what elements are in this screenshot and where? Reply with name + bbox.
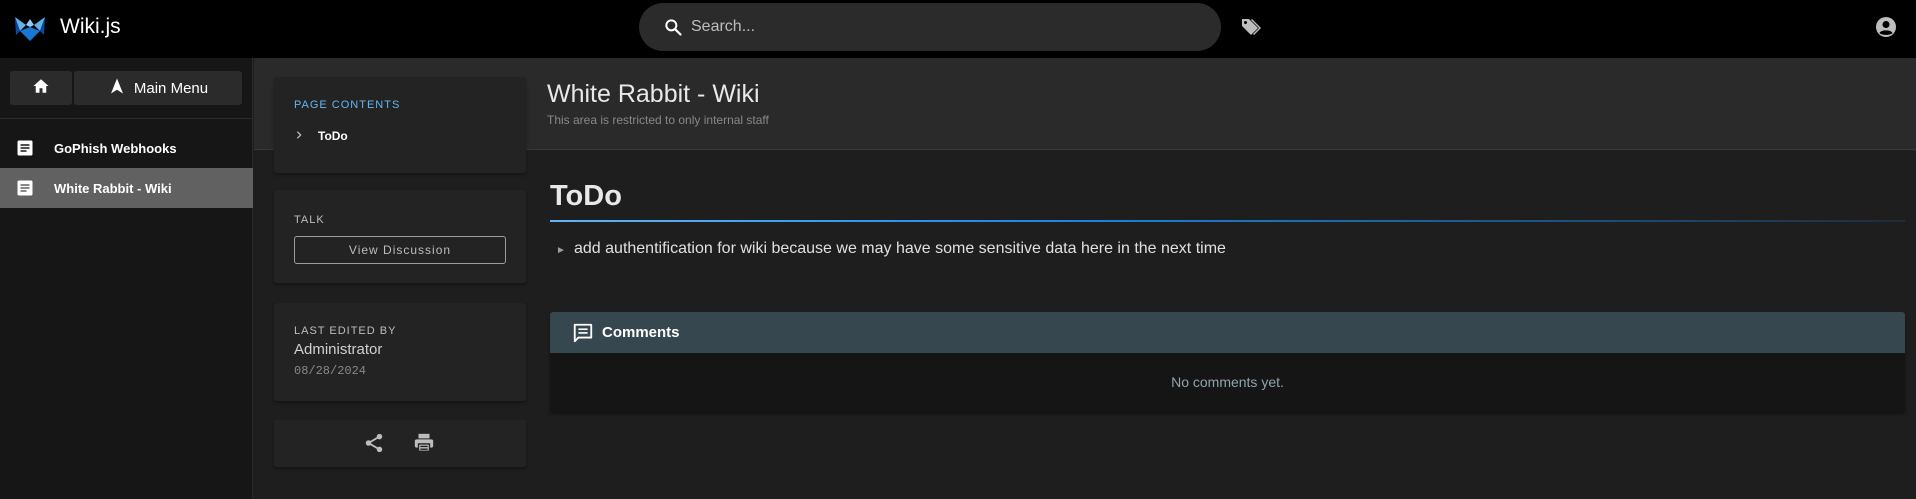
home-button[interactable] (10, 71, 72, 105)
page-contents-card: PAGE CONTENTS ToDo (274, 77, 526, 173)
comment-icon (572, 322, 594, 344)
talk-label: TALK (294, 214, 325, 226)
navigation-arrow-icon (108, 76, 126, 100)
search-input[interactable] (691, 3, 1191, 51)
toc-item-todo[interactable]: ToDo (294, 129, 348, 143)
sidebar-item-gophish-webhooks[interactable]: GoPhish Webhooks (0, 128, 253, 168)
home-icon (32, 77, 50, 100)
page-subtitle: This area is restricted to only internal… (547, 113, 769, 127)
view-discussion-button[interactable]: View Discussion (294, 236, 506, 264)
left-navigation: Main Menu GoPhish Webhooks White Rabbit … (0, 58, 253, 499)
chevron-right-icon (294, 129, 304, 143)
comments-header: Comments (550, 312, 1905, 353)
main-menu-label: Main Menu (133, 79, 209, 97)
toc-item-label: ToDo (318, 129, 348, 143)
app-bar: Wiki.js (0, 0, 1916, 58)
search-bar[interactable] (639, 3, 1221, 51)
nav-divider (0, 118, 253, 119)
app-brand[interactable]: Wiki.js (60, 15, 121, 39)
account-icon[interactable] (1874, 15, 1900, 41)
sidebar-item-label: White Rabbit - Wiki (54, 180, 172, 196)
sidebar-item-label: GoPhish Webhooks (54, 140, 177, 156)
page-actions-card (274, 420, 526, 467)
sidebar-item-white-rabbit-wiki[interactable]: White Rabbit - Wiki (0, 168, 253, 208)
last-edited-card: LAST EDITED BY Administrator 08/28/2024 (274, 303, 526, 401)
talk-card: TALK View Discussion (274, 190, 526, 283)
tags-icon[interactable] (1240, 15, 1266, 41)
search-icon (663, 17, 683, 37)
print-icon[interactable] (413, 432, 437, 456)
bullet-icon: ► (556, 245, 566, 256)
comments-section: Comments No comments yet. (550, 312, 1905, 412)
main-menu-button[interactable]: Main Menu (74, 71, 242, 105)
last-edited-author: Administrator (294, 341, 383, 358)
last-edited-date: 08/28/2024 (294, 364, 367, 378)
document-icon (16, 139, 34, 157)
share-icon[interactable] (363, 432, 387, 456)
last-edited-label: LAST EDITED BY (294, 325, 397, 337)
content-heading: ToDo (550, 180, 622, 212)
page-contents-label: PAGE CONTENTS (294, 99, 401, 111)
no-comments-text: No comments yet. (1171, 374, 1284, 390)
page-title: White Rabbit - Wiki (547, 80, 760, 108)
todo-item: add authentification for wiki because we… (574, 240, 1226, 257)
document-icon (16, 179, 34, 197)
wikijs-logo-icon[interactable] (12, 11, 48, 47)
comments-title: Comments (602, 324, 680, 341)
heading-underline (550, 220, 1905, 222)
